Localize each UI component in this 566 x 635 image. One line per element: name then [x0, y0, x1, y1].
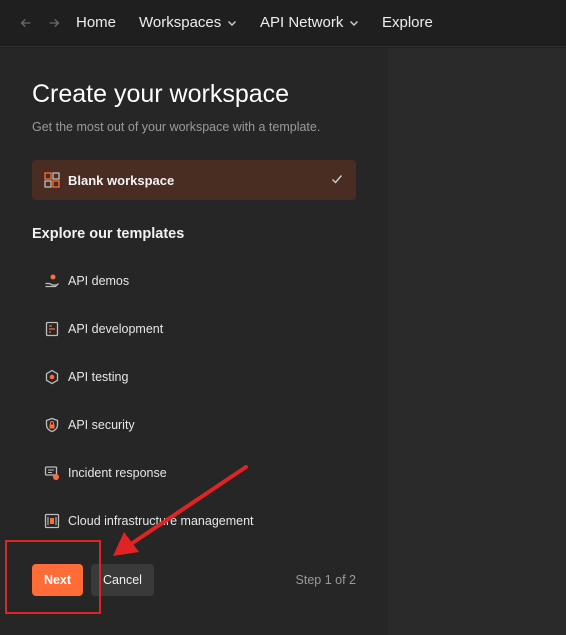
- template-item-api-testing[interactable]: API testing: [44, 368, 128, 386]
- blank-workspace-option[interactable]: Blank workspace: [32, 160, 356, 200]
- chevron-down-icon: [228, 20, 237, 26]
- template-label: API security: [68, 418, 135, 432]
- template-item-api-security[interactable]: API security: [44, 416, 135, 434]
- preview-pane: [388, 48, 566, 635]
- page-subtitle: Get the most out of your workspace with …: [32, 120, 321, 134]
- nav-workspaces[interactable]: Workspaces: [139, 14, 237, 31]
- nav-api-network[interactable]: API Network: [260, 14, 359, 31]
- hand-api-icon: [45, 274, 59, 288]
- nav-home[interactable]: Home: [76, 14, 116, 31]
- nav-api-network-label: API Network: [260, 14, 344, 31]
- nav-explore-label: Explore: [382, 14, 433, 31]
- gear-hexagon-icon: [45, 369, 59, 385]
- back-arrow-icon[interactable]: [18, 15, 34, 31]
- cancel-button[interactable]: Cancel: [91, 564, 154, 596]
- page-title: Create your workspace: [32, 80, 290, 108]
- next-button[interactable]: Next: [32, 564, 83, 596]
- alert-monitor-icon: [44, 466, 59, 480]
- document-code-icon: [45, 321, 59, 337]
- server-rack-icon: [44, 513, 60, 529]
- create-workspace-panel: [0, 48, 388, 635]
- nav-workspaces-label: Workspaces: [139, 14, 222, 31]
- shield-lock-icon: [45, 417, 59, 433]
- template-item-incident-response[interactable]: Incident response: [44, 464, 167, 482]
- template-label: Cloud infrastructure management: [68, 514, 254, 528]
- nav-home-label: Home: [76, 14, 117, 31]
- chevron-down-icon: [350, 20, 359, 26]
- template-item-cloud-infrastructure[interactable]: Cloud infrastructure management: [44, 512, 254, 530]
- template-item-api-development[interactable]: API development: [44, 320, 163, 338]
- blank-grid-icon: [44, 172, 60, 188]
- forward-arrow-icon[interactable]: [46, 15, 62, 31]
- checkmark-icon: [332, 175, 343, 184]
- step-indicator: Step 1 of 2: [295, 573, 356, 587]
- templates-heading: Explore our templates: [32, 226, 185, 242]
- template-label: API development: [68, 322, 164, 336]
- template-label: API testing: [68, 370, 129, 384]
- top-nav-bar: Home Workspaces API Network Explore: [0, 0, 566, 47]
- blank-workspace-label: Blank workspace: [68, 173, 175, 188]
- template-item-api-demos[interactable]: API demos: [44, 272, 129, 290]
- template-label: Incident response: [68, 466, 167, 480]
- template-label: API demos: [68, 274, 130, 288]
- nav-explore[interactable]: Explore: [382, 14, 433, 31]
